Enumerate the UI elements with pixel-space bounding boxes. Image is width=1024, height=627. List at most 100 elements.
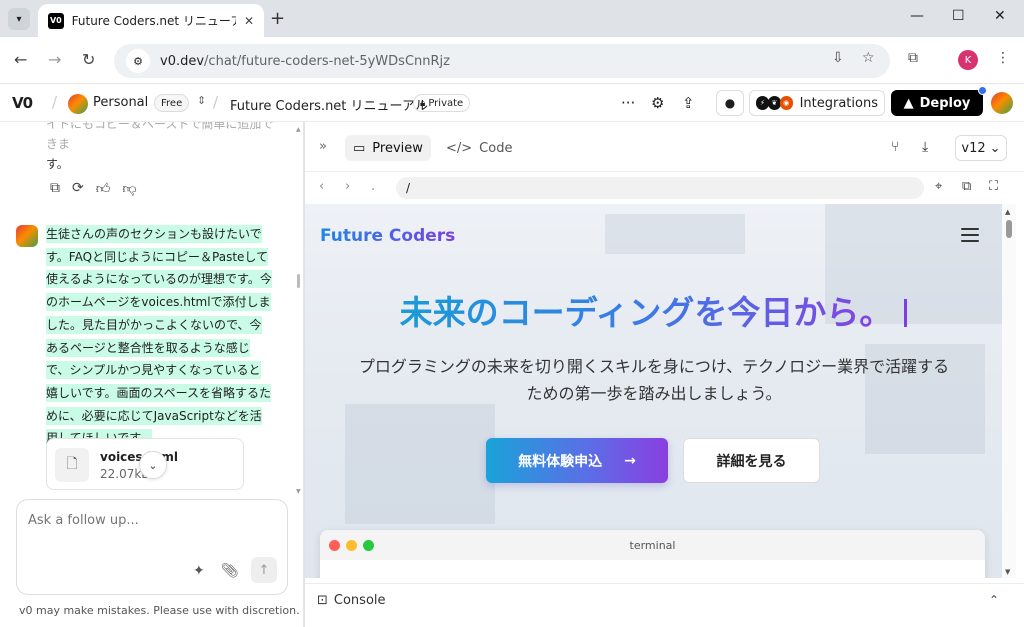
element-select-icon[interactable]: ⌖ <box>935 179 942 194</box>
preview-reload-icon[interactable]: . <box>371 179 375 194</box>
thumbs-down-icon[interactable]: 👎︎ <box>122 180 136 197</box>
chevron-down-icon: ⌄ <box>148 458 158 472</box>
hero-subtitle: プログラミングの未来を切り開くスキルを身につけ、テクノロジー業界で活躍する ため… <box>358 357 950 403</box>
free-trial-button[interactable]: 無料体験申込 → <box>486 438 668 483</box>
plan-badge: Free <box>154 94 190 112</box>
close-tab-icon[interactable]: ✕ <box>244 14 254 28</box>
triangle-icon: ▲ <box>903 95 914 111</box>
browser-toolbar: ← → ↻ ⚙ v0.dev/chat/future-coders-net-5y… <box>0 37 1024 84</box>
lock-icon: 🔒︎ <box>420 97 426 109</box>
integrations-button[interactable]: ⚡ ❦ ◉ Integrations <box>749 90 885 116</box>
tab-search-button[interactable]: ▾ <box>8 8 30 30</box>
github-button[interactable]: ● <box>716 90 744 116</box>
thumbs-up-icon[interactable]: 👍︎ <box>96 180 111 197</box>
browser-window-icon: ▭ <box>353 140 366 156</box>
retry-icon[interactable]: ⟳ <box>72 180 84 197</box>
hero-headline: 未来のコーディングを今日から。 <box>305 286 1002 334</box>
follow-up-input[interactable] <box>28 513 268 528</box>
deploy-button[interactable]: ▲ Deploy <box>891 90 983 116</box>
workspace-name[interactable]: Personal <box>93 95 148 110</box>
window-close-icon[interactable]: ✕ <box>994 8 1006 24</box>
copy-icon[interactable]: ⧉ <box>50 180 60 197</box>
profile-avatar[interactable]: K <box>958 50 978 70</box>
code-icon: </> <box>446 140 473 156</box>
preview-toolbar: » ▭ Preview </> Code ⑂ ⤓ v12 ⌄ <box>305 122 1024 172</box>
fullscreen-icon[interactable]: ⛶ <box>989 179 998 194</box>
breadcrumb-separator: / <box>213 93 219 111</box>
fork-icon[interactable]: ⑂ <box>891 139 899 155</box>
expand-up-icon[interactable]: ⌃ <box>989 593 999 607</box>
reload-icon[interactable]: ↻ <box>82 50 95 69</box>
user-message: 生徒さんの声のセクションも設けたいです。FAQと同じようにコピー＆Pasteして… <box>46 223 272 450</box>
version-select[interactable]: v12 ⌄ <box>955 135 1007 161</box>
preview-back-icon[interactable]: ‹ <box>319 179 324 194</box>
chat-scrollbar[interactable]: ▲ ▼ <box>296 122 302 497</box>
visibility-badge[interactable]: 🔒︎ Private <box>413 94 471 112</box>
maximize-icon[interactable]: ☐ <box>952 8 965 24</box>
send-button[interactable]: ↑ <box>251 557 277 583</box>
preview-forward-icon[interactable]: › <box>345 179 350 194</box>
chevron-down-icon: ⌄ <box>989 140 1001 156</box>
scrollbar-thumb[interactable] <box>1006 220 1012 238</box>
integration-orb-icon: ◉ <box>779 96 793 110</box>
sparkles-icon[interactable]: ✦ <box>193 563 205 579</box>
workspace-avatar <box>68 94 88 114</box>
tab-code[interactable]: </> Code <box>438 135 520 161</box>
download-icon[interactable]: ⤓ <box>922 139 928 155</box>
duplicate-icon[interactable]: ⧉ <box>962 179 971 194</box>
preview-panel: » ▭ Preview </> Code ⑂ ⤓ v12 ⌄ ‹ › . / ⌖ ⧉ … <box>305 122 1024 627</box>
terminal-icon: ⊡ <box>317 593 328 608</box>
site-info-icon[interactable]: ⚙ <box>126 49 150 73</box>
arrow-up-icon: ↑ <box>258 562 270 578</box>
hamburger-menu-icon[interactable] <box>961 228 979 246</box>
paperclip-icon[interactable]: 📎︎ <box>221 563 239 579</box>
browser-tabstrip: ▾ V0 Future Coders.net リニューアル - v ✕ + — … <box>0 0 1024 37</box>
url-text: v0.dev/chat/future-coders-net-5yWDsCnnRj… <box>160 53 450 69</box>
scroll-down-arrow-icon[interactable]: ▼ <box>296 488 301 495</box>
terminal-window: terminal <box>320 530 985 578</box>
tab-preview[interactable]: ▭ Preview <box>345 135 431 161</box>
chat-panel: イトにもコピー＆ペーストで簡単に追加できま す。 ⧉ ⟳ 👍︎ 👎︎ 生徒さんの… <box>0 122 304 627</box>
v0-logo[interactable]: V0 <box>12 94 33 112</box>
user-message-avatar <box>16 225 38 247</box>
new-tab-button[interactable]: + <box>270 8 285 29</box>
back-icon[interactable]: ← <box>14 50 27 69</box>
preview-url-input[interactable]: / <box>396 177 924 199</box>
composer: ✦ 📎︎ ↑ <box>16 499 288 595</box>
chevron-down-icon: ▾ <box>16 13 22 25</box>
site-preview: Future Coders 未来のコーディングを今日から。 プログラミングの未来… <box>305 204 1002 578</box>
v0-favicon-icon: V0 <box>48 12 64 29</box>
scroll-to-bottom-button[interactable]: ⌄ <box>139 451 167 479</box>
integration-bolt-icon: ⚡ <box>756 96 769 110</box>
site-brand[interactable]: Future Coders <box>320 226 455 246</box>
terminal-body <box>320 560 985 578</box>
preview-navbar: ‹ › . / ⌖ ⧉ ⛶ <box>305 172 1024 204</box>
menu-kebab-icon[interactable]: ⋮ <box>996 50 1010 66</box>
collapse-chat-icon[interactable]: » <box>319 139 327 154</box>
extensions-icon[interactable]: ⧉ <box>908 50 918 66</box>
typing-caret <box>904 299 908 327</box>
terminal-title: terminal <box>629 539 676 552</box>
scroll-up-arrow-icon[interactable]: ▲ <box>296 126 301 133</box>
file-icon: 🗋 <box>55 448 89 482</box>
share-icon[interactable]: ⇪ <box>682 94 695 112</box>
address-bar[interactable]: ⚙ v0.dev/chat/future-coders-net-5yWDsCnn… <box>114 44 890 78</box>
github-icon: ● <box>724 96 736 110</box>
install-app-icon[interactable]: ⇩ <box>832 50 844 66</box>
scrollbar-thumb[interactable] <box>297 274 300 288</box>
bookmark-star-icon[interactable]: ☆ <box>862 50 875 66</box>
settings-gear-icon[interactable]: ⚙ <box>651 94 664 112</box>
preview-scrollbar[interactable]: ▲ ▼ <box>1002 204 1016 578</box>
user-avatar[interactable] <box>991 92 1013 114</box>
project-name[interactable]: Future Coders.net リニューアル <box>230 95 428 114</box>
switcher-chevrons-icon[interactable]: ⇕ <box>197 94 206 107</box>
more-options-icon[interactable]: ··· <box>621 94 635 112</box>
minimize-icon[interactable]: — <box>910 8 924 24</box>
scroll-up-arrow-icon[interactable]: ▲ <box>1005 208 1010 216</box>
tab-title: Future Coders.net リニューアル - v <box>71 14 236 28</box>
forward-icon[interactable]: → <box>48 50 61 69</box>
console-bar[interactable]: ⊡ Console ⌃ <box>305 583 1024 617</box>
learn-more-button[interactable]: 詳細を見る <box>683 438 820 483</box>
scroll-down-arrow-icon[interactable]: ▼ <box>1005 568 1010 576</box>
browser-tab[interactable]: V0 Future Coders.net リニューアル - v ✕ <box>38 4 264 37</box>
